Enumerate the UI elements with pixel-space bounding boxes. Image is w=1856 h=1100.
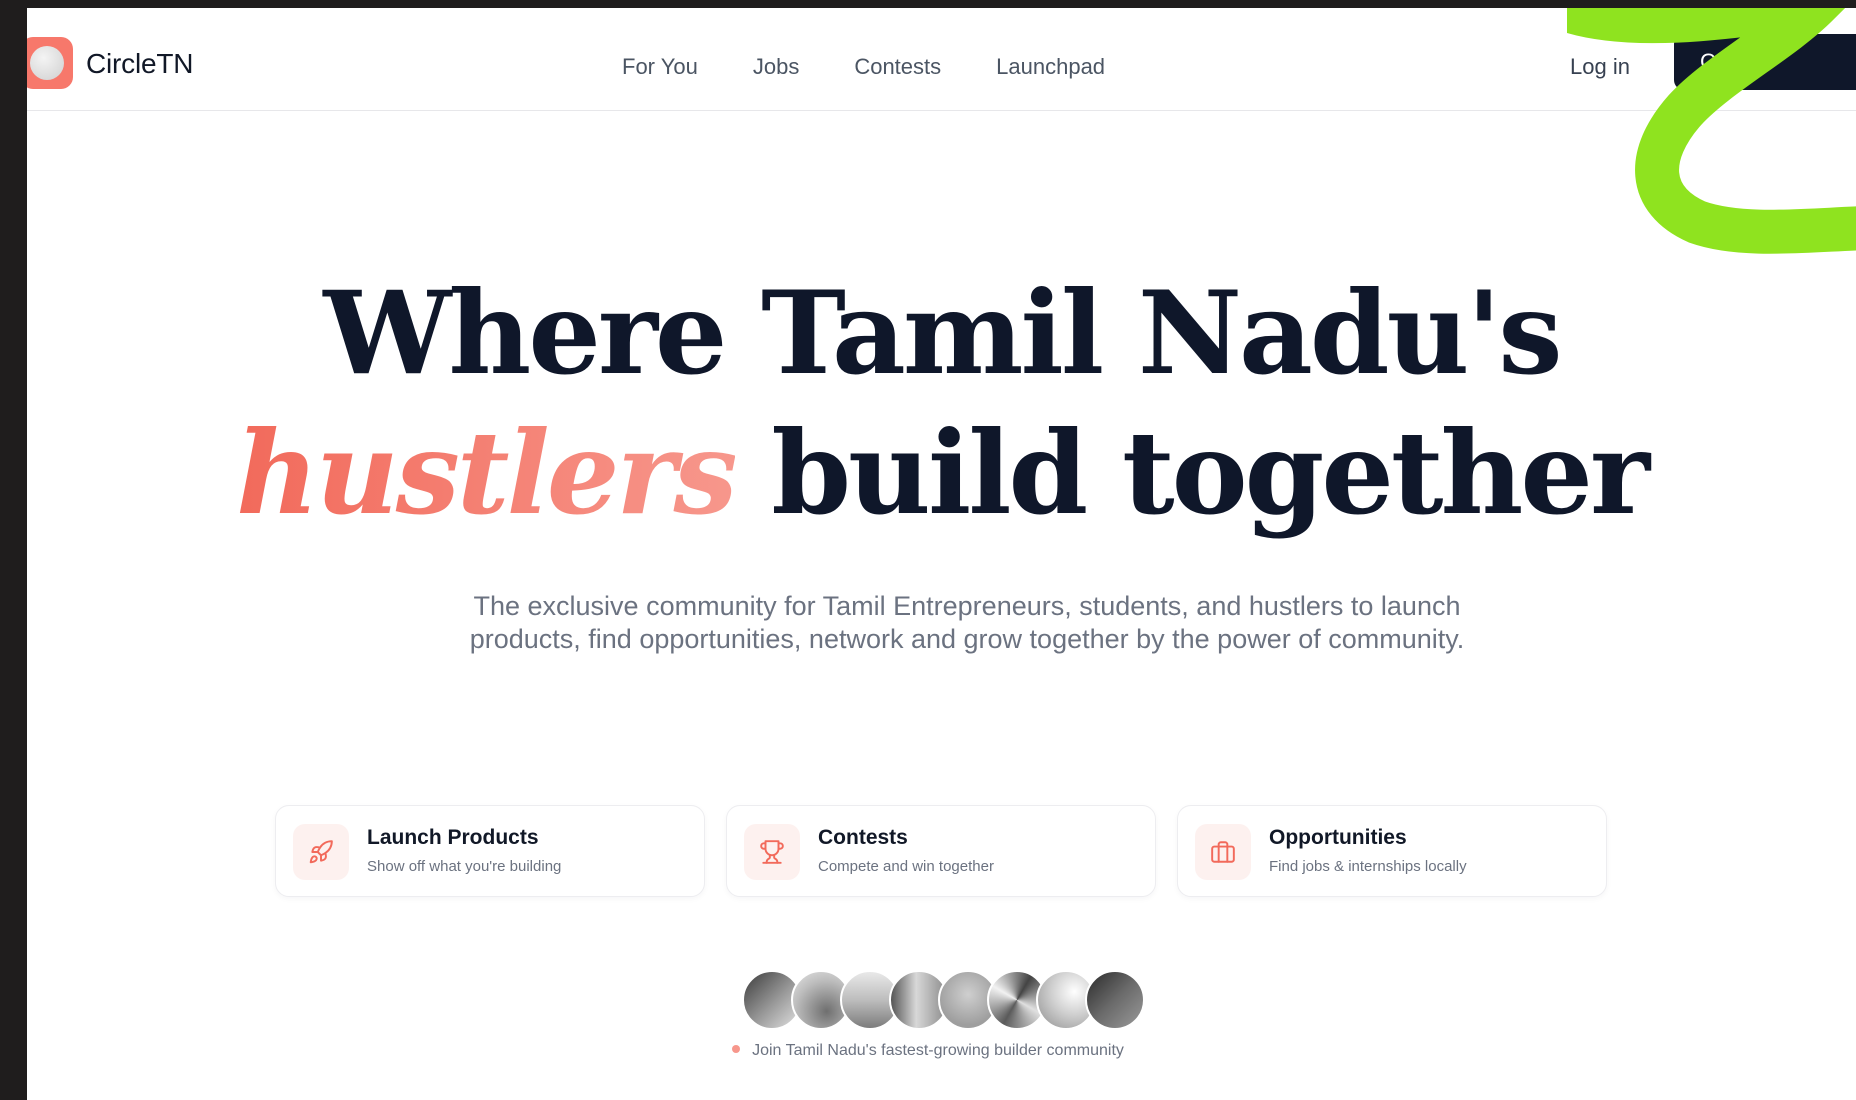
hero-subtitle: The exclusive community for Tamil Entrep… [469, 591, 1465, 654]
avatar [1085, 970, 1145, 1030]
briefcase-icon [1195, 824, 1251, 880]
feature-description: Show off what you're building [367, 858, 562, 875]
feature-cards: Launch Products Show off what you're bui… [275, 805, 1607, 897]
nav-launchpad[interactable]: Launchpad [996, 54, 1105, 80]
page: CircleTN For You Jobs Contests Launchpad… [27, 8, 1856, 1100]
top-nav-bar: CircleTN For You Jobs Contests Launchpad… [27, 8, 1856, 111]
login-link[interactable]: Log in [1570, 54, 1630, 80]
headline-line-1: Where Tamil Nadu's [323, 266, 1562, 400]
headline-line-2-rest: build together [771, 406, 1650, 540]
feature-title: Contests [818, 826, 908, 849]
rocket-icon [293, 824, 349, 880]
feature-title: Launch Products [367, 826, 539, 849]
headline-line-2: hustlers build together [27, 403, 1856, 543]
nav-for-you[interactable]: For You [622, 54, 698, 80]
status-dot-icon [732, 1044, 741, 1053]
hero-headline: Where Tamil Nadu's hustlers build togeth… [27, 263, 1856, 543]
trophy-icon [744, 824, 800, 880]
create-button[interactable]: Create [1674, 34, 1856, 90]
feature-card-opportunities[interactable]: Opportunities Find jobs & internships lo… [1177, 805, 1607, 897]
logo[interactable] [27, 37, 95, 89]
brand-name[interactable]: CircleTN [86, 48, 193, 80]
community-caption-text: Join Tamil Nadu's fastest-growing builde… [752, 1042, 1124, 1059]
nav-jobs[interactable]: Jobs [753, 54, 799, 80]
logo-icon [27, 37, 73, 89]
nav-contests[interactable]: Contests [854, 54, 941, 80]
headline-accent-word: hustlers [235, 406, 738, 540]
main-nav: For You Jobs Contests Launchpad [622, 54, 1105, 80]
feature-description: Find jobs & internships locally [1269, 858, 1467, 875]
feature-card-launch-products[interactable]: Launch Products Show off what you're bui… [275, 805, 705, 897]
member-avatars [742, 970, 1145, 1030]
feature-card-contests[interactable]: Contests Compete and win together [726, 805, 1156, 897]
feature-description: Compete and win together [818, 858, 994, 875]
feature-title: Opportunities [1269, 826, 1407, 849]
community-caption: Join Tamil Nadu's fastest-growing builde… [0, 1042, 1856, 1060]
